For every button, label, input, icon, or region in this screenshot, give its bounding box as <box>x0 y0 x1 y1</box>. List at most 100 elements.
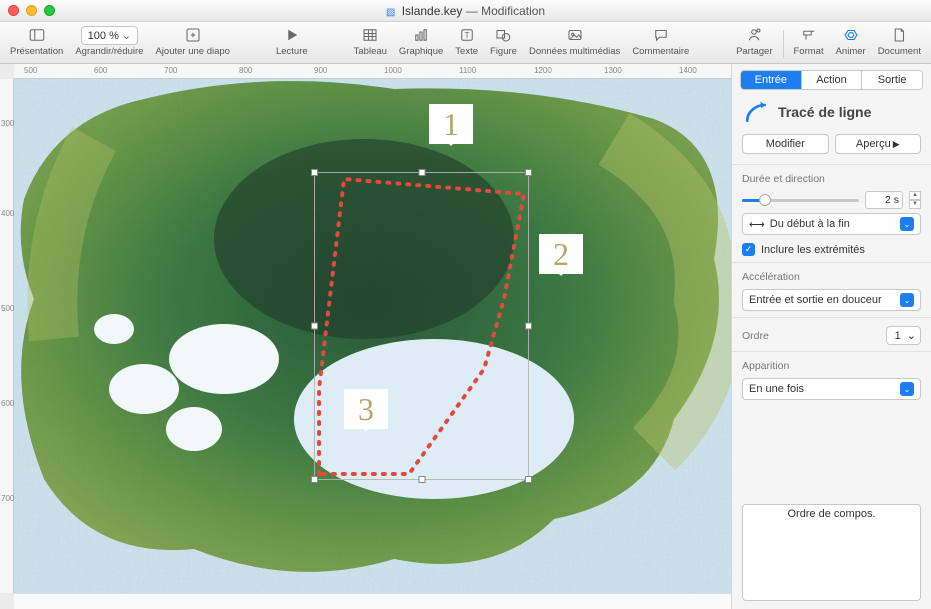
ruler-tick: 1100 <box>459 66 476 75</box>
order-value: 1 <box>895 330 901 342</box>
preview-button[interactable]: Aperçu▶ <box>835 134 922 154</box>
window-filename: Islande.key <box>402 4 463 18</box>
delivery-select[interactable]: En une fois ⌄ <box>742 378 921 400</box>
play-label: Lecture <box>276 46 308 57</box>
delivery-section: Apparition En une fois ⌄ <box>732 351 931 406</box>
build-order-button[interactable]: Ordre de compos. <box>742 504 921 602</box>
map-marker-3[interactable]: 3 <box>344 389 388 429</box>
accel-label: Accélération <box>742 271 921 283</box>
ruler-tick: 600 <box>1 399 14 408</box>
shape-button[interactable]: Figure <box>486 24 521 57</box>
order-label: Ordre <box>742 330 769 342</box>
map-marker-2[interactable]: 2 <box>539 234 583 274</box>
preview-label: Aperçu <box>856 138 891 150</box>
chevron-down-icon: ⌄ <box>900 382 914 396</box>
media-button[interactable]: Données multimédias <box>525 24 624 57</box>
ruler-tick: 700 <box>1 494 14 503</box>
accel-value: Entrée et sortie en douceur <box>749 294 882 306</box>
tab-build-out[interactable]: Sortie <box>861 71 922 89</box>
marker-label: 1 <box>443 106 459 143</box>
ruler-tick: 900 <box>314 66 327 75</box>
chart-button[interactable]: Graphique <box>395 24 447 57</box>
delivery-value: En une fois <box>749 383 804 395</box>
acceleration-section: Accélération Entrée et sortie en douceur… <box>732 262 931 317</box>
marker-label: 3 <box>358 391 374 428</box>
ruler-vertical: 300 400 500 600 700 <box>0 79 14 593</box>
chevron-down-icon: ⌄ <box>900 217 914 231</box>
keynote-file-icon: ▧ <box>386 7 395 18</box>
duration-stepper[interactable]: ▲▼ <box>909 191 921 209</box>
direction-select[interactable]: ⟷ Du début à la fin ⌄ <box>742 213 921 235</box>
duration-label: Durée et direction <box>742 173 921 185</box>
comment-button[interactable]: Commentaire <box>628 24 693 57</box>
add-slide-button[interactable]: Ajouter une diapo <box>151 24 233 57</box>
text-label: Texte <box>455 46 478 57</box>
ruler-horizontal: 500 600 700 800 900 1000 1100 1200 1300 … <box>14 64 731 79</box>
map-marker-1[interactable]: 1 <box>429 104 473 144</box>
duration-value[interactable]: 2 s <box>865 191 903 209</box>
zoom-value: 100 % <box>81 26 138 45</box>
animate-label: Animer <box>836 46 866 57</box>
duration-section: Durée et direction 2 s ▲▼ ⟷ Du début à la… <box>732 164 931 262</box>
share-button[interactable]: Partager <box>732 24 776 57</box>
chevron-down-icon: ⌄ <box>907 329 916 342</box>
acceleration-select[interactable]: Entrée et sortie en douceur ⌄ <box>742 289 921 311</box>
svg-text:T: T <box>464 31 469 40</box>
ruler-tick: 1200 <box>534 66 552 75</box>
horizontal-scrollbar[interactable] <box>14 593 731 609</box>
include-ends-checkbox[interactable]: ✓ Inclure les extrémités <box>742 243 921 256</box>
selection-box[interactable] <box>314 172 529 480</box>
document-label: Document <box>878 46 921 57</box>
comment-label: Commentaire <box>632 46 689 57</box>
window-titlebar: ▧ Islande.key — Modification <box>0 0 931 22</box>
include-ends-label: Inclure les extrémités <box>761 244 865 256</box>
text-button[interactable]: T Texte <box>451 24 482 57</box>
chart-label: Graphique <box>399 46 443 57</box>
inspector-panel: Entrée Action Sortie Tracé de ligne Modi… <box>731 64 931 609</box>
modify-button[interactable]: Modifier <box>742 134 829 154</box>
marker-label: 2 <box>553 236 569 273</box>
duration-slider[interactable] <box>742 199 859 202</box>
delivery-label: Apparition <box>742 360 921 372</box>
ruler-tick: 1300 <box>604 66 622 75</box>
view-button[interactable]: Présentation <box>6 24 67 57</box>
ruler-tick: 400 <box>1 209 14 218</box>
zoom-dropdown[interactable]: 100 % Agrandir/réduire <box>71 24 147 57</box>
zoom-label: Agrandir/réduire <box>75 46 143 57</box>
effect-header: Tracé de ligne <box>732 94 931 134</box>
tab-build-in[interactable]: Entrée <box>741 71 801 89</box>
slide-canvas[interactable]: 1 2 3 <box>14 79 731 593</box>
add-slide-label: Ajouter une diapo <box>155 46 229 57</box>
format-label: Format <box>794 46 824 57</box>
ruler-tick: 300 <box>1 119 14 128</box>
media-label: Données multimédias <box>529 46 620 57</box>
table-label: Tableau <box>354 46 387 57</box>
shape-label: Figure <box>490 46 517 57</box>
ruler-tick: 500 <box>1 304 14 313</box>
view-label: Présentation <box>10 46 63 57</box>
order-select[interactable]: 1 ⌄ <box>886 326 921 345</box>
share-label: Partager <box>736 46 772 57</box>
window-mode: Modification <box>481 4 545 18</box>
toolbar: Présentation 100 % Agrandir/réduire Ajou… <box>0 22 931 64</box>
ruler-tick: 1400 <box>679 66 697 75</box>
ruler-tick: 800 <box>239 66 252 75</box>
ruler-tick: 500 <box>24 66 37 75</box>
checkmark-icon: ✓ <box>742 243 755 256</box>
direction-icon: ⟷ <box>749 218 765 231</box>
chevron-down-icon: ⌄ <box>900 293 914 307</box>
tab-action[interactable]: Action <box>801 71 862 89</box>
table-button[interactable]: Tableau <box>350 24 391 57</box>
ruler-tick: 1000 <box>384 66 402 75</box>
animate-button[interactable]: Animer <box>832 24 870 57</box>
document-button[interactable]: Document <box>874 24 925 57</box>
format-button[interactable]: Format <box>790 24 828 57</box>
animation-tabs: Entrée Action Sortie <box>740 70 923 90</box>
order-section: Ordre 1 ⌄ <box>732 317 931 351</box>
ruler-tick: 600 <box>94 66 107 75</box>
toolbar-divider <box>783 30 784 58</box>
direction-value: Du début à la fin <box>770 218 850 230</box>
effect-name: Tracé de ligne <box>778 104 921 120</box>
ruler-tick: 700 <box>164 66 177 75</box>
play-button[interactable]: Lecture <box>272 24 312 57</box>
